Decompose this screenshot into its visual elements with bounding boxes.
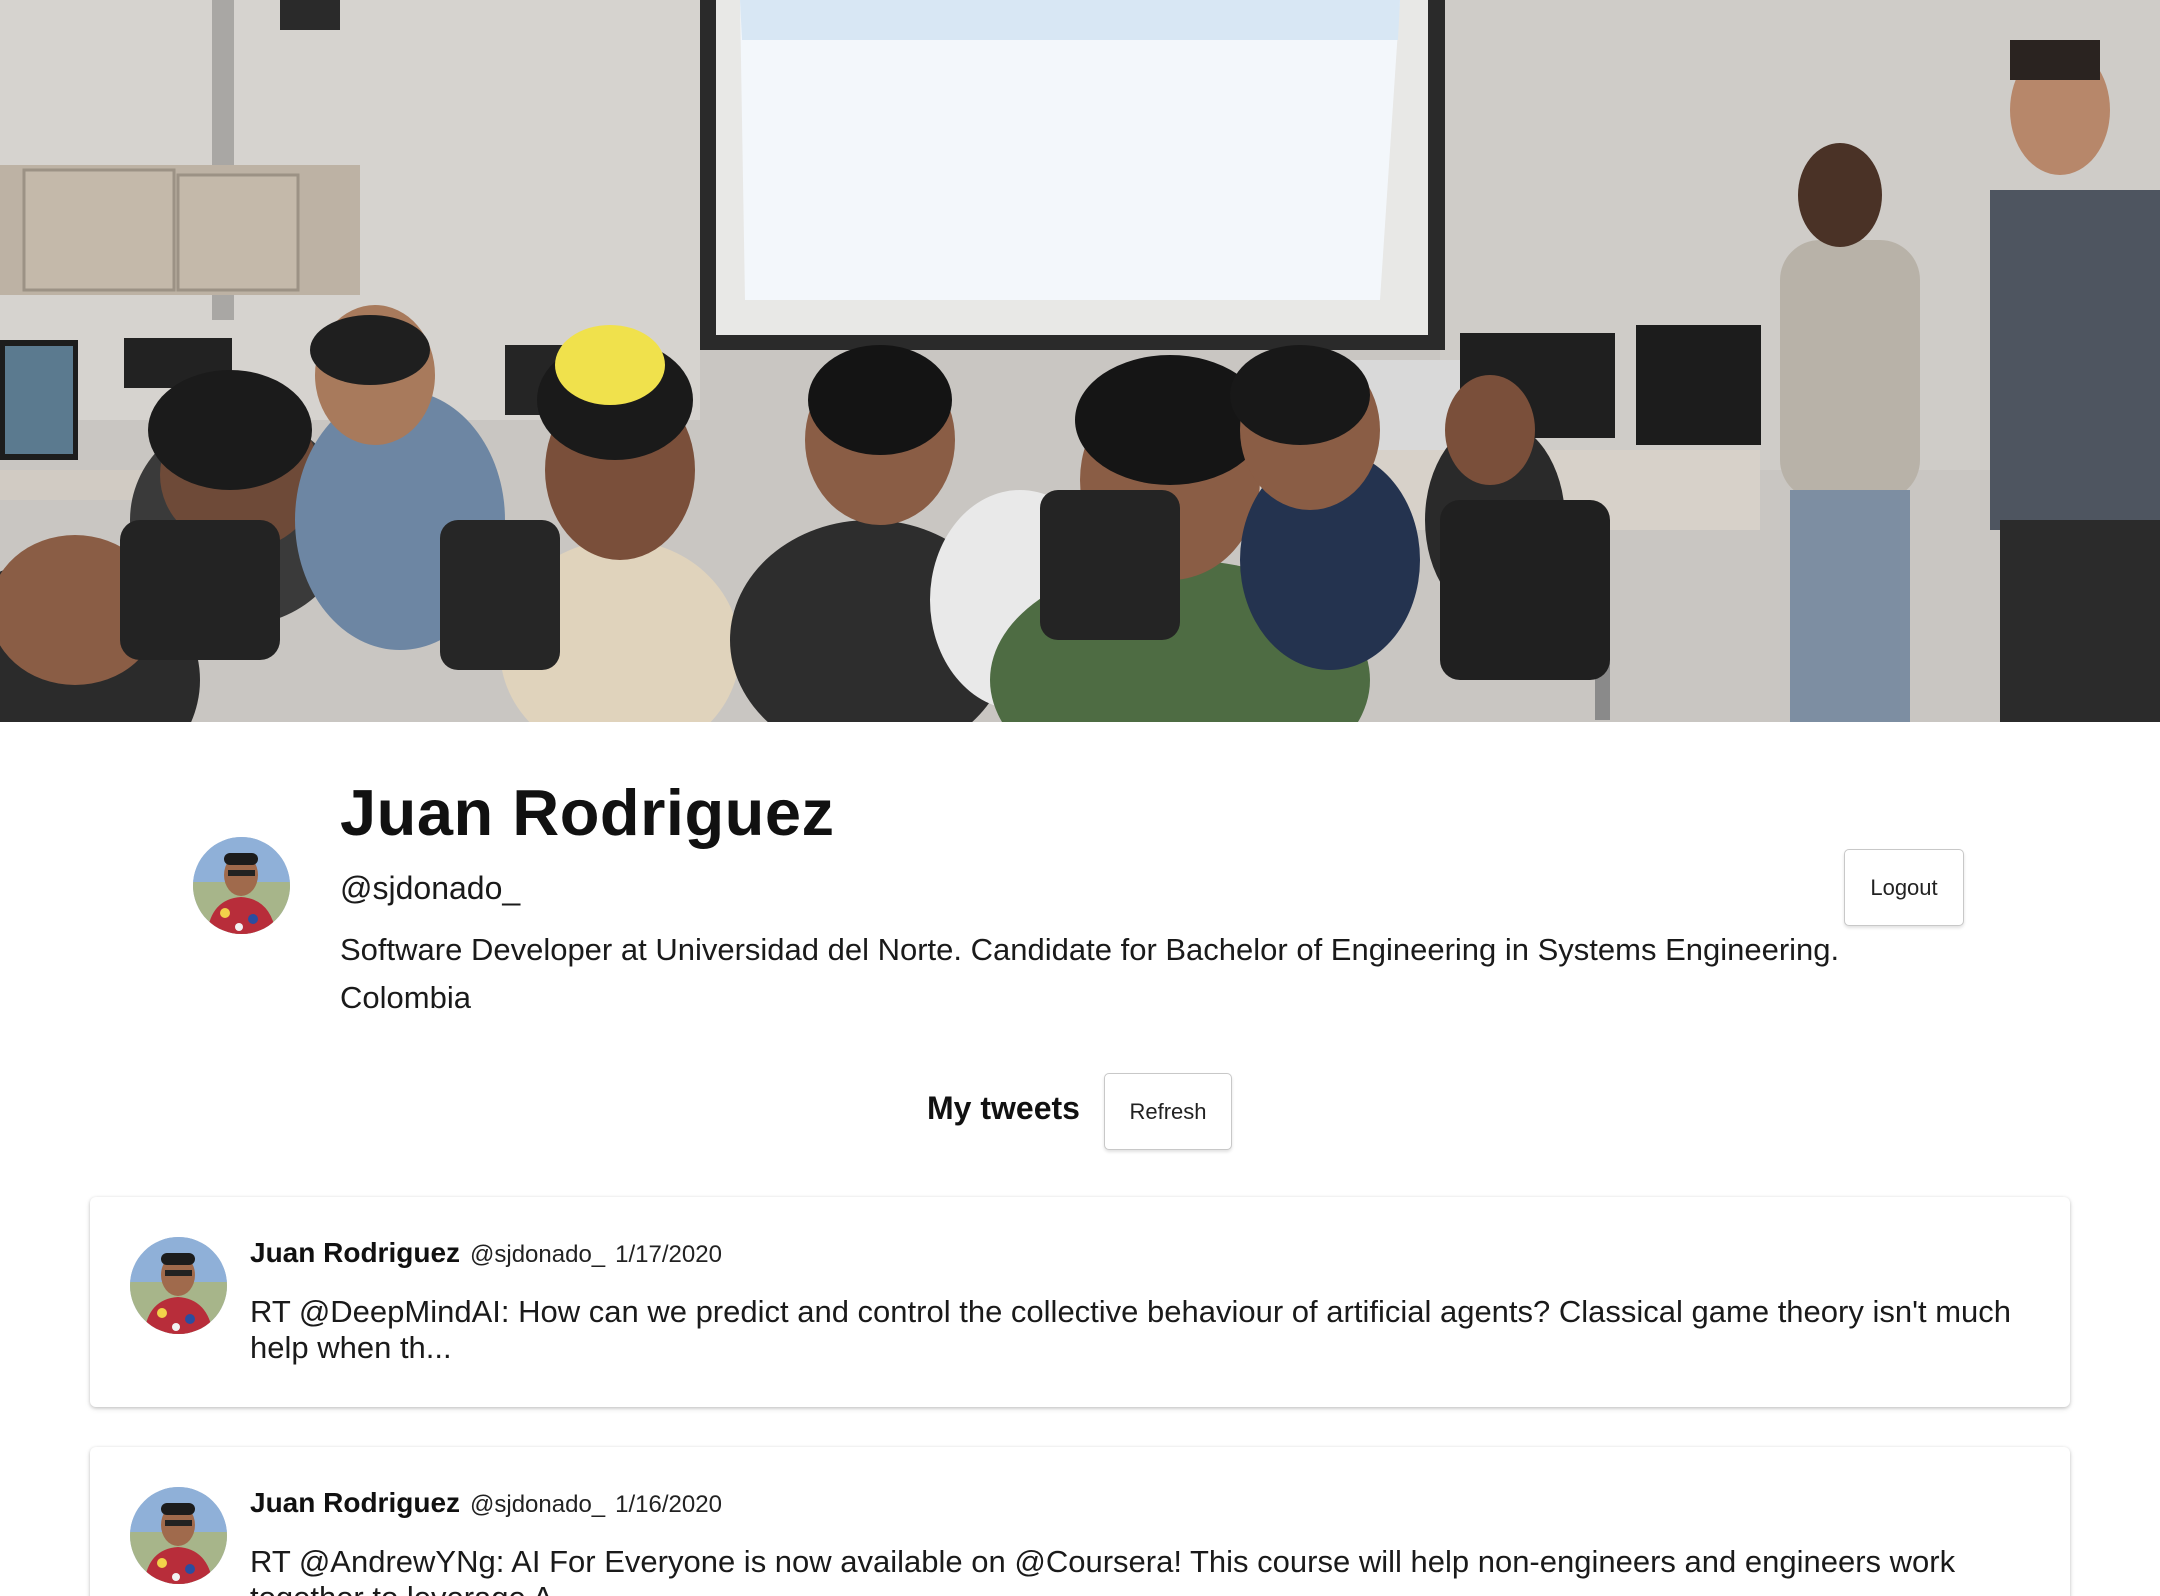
tweet-avatar bbox=[130, 1237, 227, 1334]
tweet-card: Juan Rodriguez @sjdonado_ 1/16/2020 RT @… bbox=[90, 1447, 2070, 1596]
cover-photo-image bbox=[0, 0, 2160, 722]
avatar-image bbox=[193, 837, 290, 934]
tweet-handle: @sjdonado_ bbox=[470, 1241, 606, 1268]
tweet-date: 1/16/2020 bbox=[615, 1491, 722, 1518]
refresh-button[interactable]: Refresh bbox=[1104, 1073, 1232, 1150]
tweet-text: RT @AndrewYNg: AI For Everyone is now av… bbox=[250, 1544, 1956, 1596]
tweet-author: Juan Rodriguez bbox=[250, 1487, 461, 1518]
tweet-handle: @sjdonado_ bbox=[470, 1491, 606, 1518]
profile-handle: @sjdonado_ bbox=[340, 870, 521, 906]
logout-button[interactable]: Logout bbox=[1844, 849, 1964, 926]
profile-location: Colombia bbox=[340, 980, 471, 1015]
tweets-section-title: My tweets bbox=[927, 1090, 1080, 1126]
tweet-header: Juan Rodriguez @sjdonado_ 1/17/2020 bbox=[250, 1237, 722, 1269]
profile-avatar bbox=[193, 837, 290, 934]
avatar-image bbox=[130, 1237, 227, 1334]
profile-bio: Software Developer at Universidad del No… bbox=[340, 932, 1840, 967]
tweet-author: Juan Rodriguez bbox=[250, 1237, 461, 1268]
avatar-image bbox=[130, 1487, 227, 1584]
profile-name: Juan Rodriguez bbox=[340, 776, 835, 849]
tweet-text: RT @DeepMindAI: How can we predict and c… bbox=[250, 1294, 2012, 1365]
tweet-date: 1/17/2020 bbox=[615, 1241, 722, 1268]
tweet-header: Juan Rodriguez @sjdonado_ 1/16/2020 bbox=[250, 1487, 722, 1519]
tweet-avatar-wrapper bbox=[130, 1487, 227, 1584]
tweet-avatar bbox=[130, 1487, 227, 1584]
tweet-avatar-wrapper bbox=[130, 1237, 227, 1334]
cover-photo bbox=[0, 0, 2160, 722]
profile-page: Juan Rodriguez @sjdonado_ Software Devel… bbox=[0, 0, 2160, 1596]
tweet-card: Juan Rodriguez @sjdonado_ 1/17/2020 RT @… bbox=[90, 1197, 2070, 1407]
